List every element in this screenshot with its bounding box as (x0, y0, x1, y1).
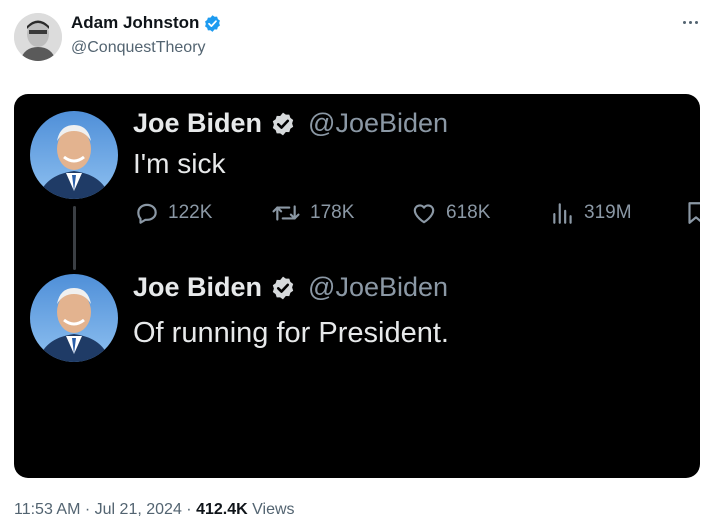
views-label: Views (252, 501, 295, 518)
verified-badge-icon (205, 14, 221, 32)
post-header-1: Joe Biden @JoeBiden (133, 108, 448, 139)
views-count[interactable]: 412.4K (196, 501, 248, 518)
post-text-1: I'm sick (133, 148, 226, 179)
views-action: 319M (550, 200, 632, 226)
author-avatar[interactable] (14, 13, 62, 61)
separator-dot: · (84, 501, 91, 518)
repost-action: 178K (270, 200, 354, 226)
post-author-name: Joe Biden (133, 108, 263, 138)
post-author-name: Joe Biden (133, 272, 263, 302)
thread-connector-line (73, 206, 76, 270)
bookmark-action (686, 200, 700, 226)
post-author-handle: @JoeBiden (308, 108, 449, 138)
like-count: 618K (446, 202, 491, 223)
verified-badge-icon (272, 112, 294, 135)
person-avatar-icon (30, 274, 118, 362)
reply-action: 122K (134, 200, 212, 226)
post-date[interactable]: Jul 21, 2024 (95, 501, 182, 518)
verified-badge-icon (272, 276, 294, 299)
more-horizontal-icon (682, 20, 686, 24)
more-horizontal-icon-dot (694, 20, 698, 24)
post-author-handle: @JoeBiden (308, 272, 449, 302)
more-horizontal-icon-dot (688, 20, 692, 24)
author-handle[interactable]: @ConquestTheory (71, 39, 206, 57)
author-name[interactable]: Adam Johnston (71, 13, 199, 33)
view-count: 319M (584, 202, 632, 223)
biden-avatar (30, 111, 118, 199)
separator-dot: · (186, 501, 192, 518)
tweet-metadata: 11:53 AM · Jul 21, 2024 · 412.4K Views (14, 501, 295, 519)
more-options-button[interactable] (678, 12, 702, 32)
repost-count: 178K (310, 202, 355, 223)
reply-count: 122K (168, 202, 213, 223)
post-text-2: Of running for President. (133, 317, 449, 349)
reply-icon (137, 203, 157, 224)
heart-icon (413, 204, 435, 224)
repost-icon (272, 205, 300, 221)
embedded-screenshot[interactable]: Joe Biden @JoeBiden I'm sick 122K 178K 6… (14, 94, 700, 478)
like-action: 618K (410, 200, 490, 226)
post-time[interactable]: 11:53 AM (14, 501, 80, 518)
analytics-icon (553, 203, 572, 224)
person-avatar-icon (14, 13, 62, 61)
bookmark-icon (688, 202, 700, 224)
author-name-row[interactable]: Adam Johnston (71, 13, 222, 33)
person-avatar-icon (30, 111, 118, 199)
biden-avatar (30, 274, 118, 362)
post-header-2: Joe Biden @JoeBiden (133, 272, 448, 303)
